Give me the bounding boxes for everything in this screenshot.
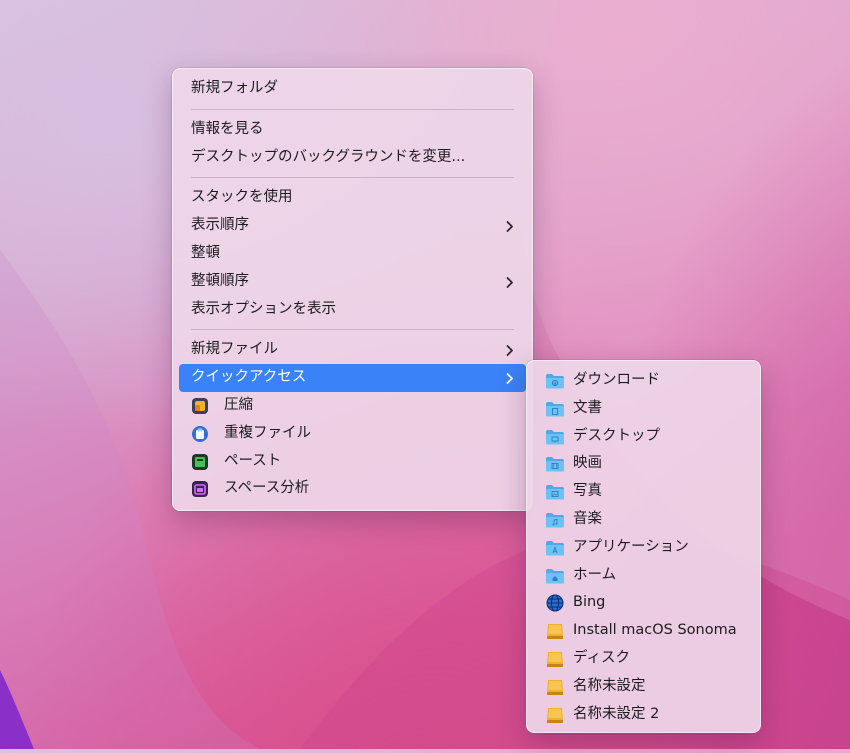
submenu-item[interactable]: ホーム xyxy=(533,562,754,590)
menu-item-label: 表示順序 xyxy=(191,217,249,234)
submenu-item-label: 音楽 xyxy=(573,510,602,527)
applications-folder-icon xyxy=(545,539,565,557)
submenu-item-label: ホーム xyxy=(573,566,617,583)
submenu-item-label: デスクトップ xyxy=(573,427,660,444)
submenu-item[interactable]: ディスク xyxy=(533,645,754,673)
menu-item-use-stacks[interactable]: スタックを使用 xyxy=(179,184,526,212)
submenu-item-label: ディスク xyxy=(573,649,630,666)
menu-item-change-background[interactable]: デスクトップのバックグラウンドを変更... xyxy=(179,144,526,172)
chevron-right-icon xyxy=(506,268,516,296)
wallpaper-corner xyxy=(0,660,40,749)
menu-separator xyxy=(191,108,514,110)
menu-item-show-view-options[interactable]: 表示オプションを表示 xyxy=(179,296,526,324)
submenu-item[interactable]: 名称未設定 2 xyxy=(533,701,754,729)
menu-item-new-folder[interactable]: 新規フォルダ xyxy=(179,75,526,103)
submenu-item-label: 映画 xyxy=(573,455,602,472)
menu-item-space-analysis[interactable]: スペース分析 xyxy=(179,475,526,503)
submenu-item-label: ダウンロード xyxy=(573,372,660,388)
duplicate-files-app-icon xyxy=(191,425,209,443)
documents-folder-icon xyxy=(545,400,565,418)
menu-item-label: ペースト xyxy=(224,452,282,469)
menu-item-duplicate-files[interactable]: 重複ファイル xyxy=(179,420,526,448)
menu-item-clean-up[interactable]: 整頓 xyxy=(179,240,526,268)
submenu-item[interactable]: デスクトップ xyxy=(533,423,754,451)
pictures-folder-icon xyxy=(545,483,565,501)
desktop-folder-icon xyxy=(545,428,565,446)
submenu-item-label: 名称未設定 xyxy=(573,677,646,694)
menu-item-label: スペース分析 xyxy=(224,480,310,497)
menu-separator xyxy=(191,329,514,331)
music-folder-icon xyxy=(545,511,565,529)
menu-item-label: 重複ファイル xyxy=(224,424,311,441)
home-folder-icon xyxy=(545,567,565,585)
submenu-list: ダウンロード 文書デスクトップ 映画写真音楽アプリケーション ホーム Bing Insta… xyxy=(533,367,754,728)
menu-item-paste[interactable]: ペースト xyxy=(179,448,526,476)
compress-app-icon xyxy=(191,397,209,415)
submenu-item-label: Bing xyxy=(573,594,606,611)
disk-icon xyxy=(545,650,565,668)
submenu-item[interactable]: 映画 xyxy=(533,450,754,478)
submenu-item[interactable]: アプリケーション xyxy=(533,534,754,562)
chevron-right-icon xyxy=(506,336,516,364)
submenu-item-label: アプリケーション xyxy=(573,538,689,555)
chevron-right-icon xyxy=(506,212,516,240)
menu-item-label: 新規ファイル xyxy=(191,341,278,358)
downloads-folder-icon xyxy=(545,372,565,390)
paste-app-icon xyxy=(191,453,209,471)
chevron-right-icon xyxy=(506,364,516,392)
submenu-item-label: 写真 xyxy=(573,483,602,500)
menu-item-new-file[interactable]: 新規ファイル xyxy=(179,336,526,364)
submenu-item-label: Install macOS Sonoma xyxy=(573,622,737,639)
menu-item-quick-access[interactable]: クイックアクセス xyxy=(179,364,526,392)
submenu-item-label: 名称未設定 2 xyxy=(573,705,660,722)
desktop-context-menu: 新規フォルダ 情報を見る デスクトップのバックグラウンドを変更... スタックを… xyxy=(172,68,533,511)
submenu-item[interactable]: 名称未設定 xyxy=(533,673,754,701)
globe-icon xyxy=(545,594,565,612)
menu-item-label: クイックアクセス xyxy=(191,369,307,386)
movies-folder-icon xyxy=(545,455,565,473)
menu-item-sort-by[interactable]: 表示順序 xyxy=(179,212,526,240)
submenu-item[interactable]: 文書 xyxy=(533,395,754,423)
menu-item-clean-up-by[interactable]: 整頓順序 xyxy=(179,268,526,296)
submenu-item[interactable]: 写真 xyxy=(533,478,754,506)
menu-separator xyxy=(191,177,514,179)
menu-item-get-info[interactable]: 情報を見る xyxy=(179,116,526,144)
quick-access-submenu: ダウンロード 文書デスクトップ 映画写真音楽アプリケーション ホーム Bing Insta… xyxy=(526,360,761,733)
submenu-item[interactable]: 音楽 xyxy=(533,506,754,534)
submenu-item-label: 文書 xyxy=(573,399,602,416)
disk-icon xyxy=(545,678,565,696)
disk-icon xyxy=(545,622,565,640)
menu-item-label: 圧縮 xyxy=(224,396,253,413)
disk-icon xyxy=(545,706,565,724)
submenu-item[interactable]: Bing xyxy=(533,589,754,617)
menu-item-compress[interactable]: 圧縮 xyxy=(179,392,526,420)
menu-item-label: 整頓順序 xyxy=(191,272,249,289)
submenu-item[interactable]: Install macOS Sonoma xyxy=(533,617,754,645)
submenu-item[interactable]: ダウンロード xyxy=(533,367,754,395)
space-analysis-app-icon xyxy=(191,480,209,498)
